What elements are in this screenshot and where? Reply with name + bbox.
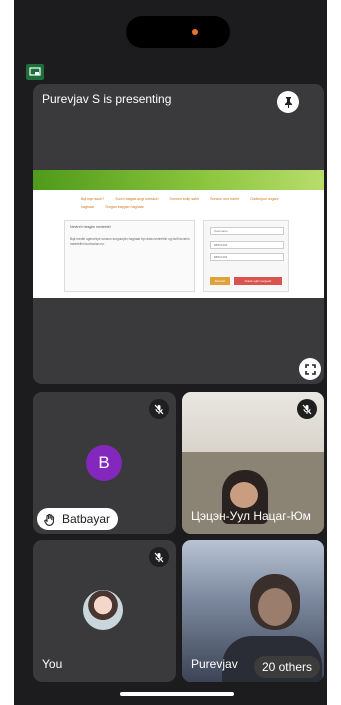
mic-off-icon bbox=[297, 399, 317, 419]
shared-field: 88831304 bbox=[210, 241, 284, 249]
mic-off-icon bbox=[149, 399, 169, 419]
dynamic-island bbox=[126, 16, 230, 48]
shared-link: Sonson ono eamh bbox=[210, 197, 240, 201]
presentation-tile[interactable]: Purevjav S is presenting Bqt bqe asuh? S… bbox=[33, 84, 324, 384]
participant-tile-purevjav[interactable]: Purevjav 20 others bbox=[182, 540, 324, 682]
mic-off-icon bbox=[149, 547, 169, 567]
shared-button: Nevtreh bbox=[210, 277, 230, 285]
meet-screen: Purevjav S is presenting Bqt bqe asuh? S… bbox=[14, 0, 327, 705]
shared-link: Sonson bolip sahh bbox=[169, 197, 200, 201]
shared-field: 88831304 bbox=[210, 253, 284, 261]
raised-hand-icon bbox=[44, 513, 54, 526]
person-face bbox=[258, 588, 292, 626]
shared-info-panel: Nevtreh hesgiin medeelel Bqk medle ugenc… bbox=[64, 220, 195, 292]
participant-tile-batbayar[interactable]: B Batbayar bbox=[33, 392, 176, 534]
shared-link: Bqt bqe asuh? bbox=[81, 197, 105, 201]
participant-name: Цэцэн-Уул Нацаг-Юм bbox=[191, 509, 311, 523]
shared-link: Surch baigaa angi sonskoh bbox=[115, 197, 159, 201]
shared-button: Nuuts ugiin sergeeh bbox=[234, 277, 282, 285]
shared-screen-header-band bbox=[33, 170, 324, 190]
shared-panel-title: Nevtreh hesgiin medeelel bbox=[70, 225, 111, 229]
shared-link: Surgan baygan haghaar bbox=[105, 205, 144, 209]
participant-name: Purevjav bbox=[191, 657, 238, 671]
participant-name: You bbox=[42, 657, 63, 671]
avatar: B bbox=[86, 445, 122, 481]
shared-screen-links: Bqt bqe asuh? Surch baigaa angi sonskoh … bbox=[81, 195, 281, 211]
participant-name: Batbayar bbox=[62, 512, 111, 526]
name-chip-raised-hand: Batbayar bbox=[37, 508, 119, 530]
shared-panel-text: Bqk medle ugenchiye sonson surguulyiin h… bbox=[70, 237, 190, 246]
shared-login-panel: Username 88831304 88831304 Nevtreh Nuuts… bbox=[203, 220, 289, 292]
participant-tile-you[interactable]: You bbox=[33, 540, 176, 682]
avatar bbox=[83, 590, 123, 630]
shared-screen: Bqt bqe asuh? Surch baigaa angi sonskoh … bbox=[33, 170, 324, 298]
participant-tile-tsetsen-uul[interactable]: Цэцэн-Уул Нацаг-Юм bbox=[182, 392, 324, 534]
pin-icon[interactable] bbox=[277, 91, 299, 113]
home-indicator bbox=[120, 692, 234, 696]
person-face bbox=[230, 482, 258, 508]
others-count-chip[interactable]: 20 others bbox=[253, 656, 320, 678]
fullscreen-icon[interactable] bbox=[299, 358, 321, 380]
presenter-title: Purevjav S is presenting bbox=[42, 92, 172, 106]
shared-field: Username bbox=[210, 227, 284, 235]
camera-indicator-icon bbox=[192, 29, 198, 35]
cast-icon[interactable] bbox=[26, 64, 44, 80]
